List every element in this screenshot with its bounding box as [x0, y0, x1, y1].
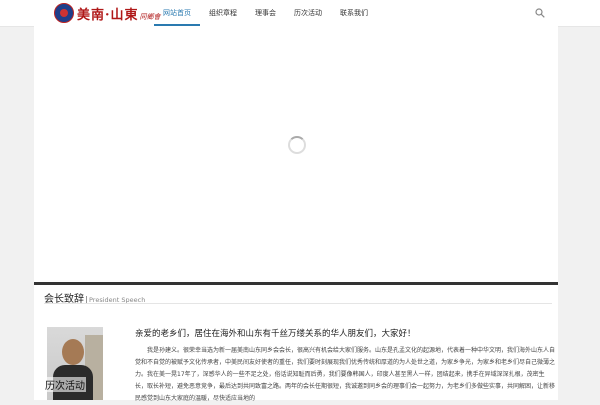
logo-text: 美南·山東: [77, 7, 139, 23]
nav-item-council[interactable]: 理事会: [246, 0, 285, 26]
speech-greeting: 亲爱的老乡们，居住在海外和山东有千丝万缕关系的华人朋友们，大家好！: [135, 329, 416, 339]
nav-item-events[interactable]: 历次活动: [285, 0, 331, 26]
logo-seal-icon: [54, 3, 74, 23]
search-icon[interactable]: [535, 8, 545, 18]
photo-person-head: [62, 339, 84, 365]
top-navbar: 美南·山東 同鄉會 网站首页 组织章程 理事会 历次活动 联系我们: [0, 0, 600, 27]
section-divider: [44, 303, 552, 304]
events-overlay-link[interactable]: 历次活动: [44, 377, 86, 392]
speech-paragraph: 我是孙建义。很荣幸当选为新一届美南山东同乡会会长，很高兴有机会给大家们服务。山东…: [135, 345, 555, 405]
site-logo[interactable]: 美南·山東 同鄉會: [54, 2, 161, 24]
president-speech-section: 会长致辞 President Speech 亲爱的老乡们，居住在海外和山东有千丝…: [34, 285, 558, 402]
hero-slider: [34, 26, 558, 282]
nav-item-contact[interactable]: 联系我们: [331, 0, 377, 26]
loading-spinner-icon: [288, 136, 306, 154]
main-nav: 网站首页 组织章程 理事会 历次活动 联系我们: [154, 0, 377, 26]
nav-item-charter[interactable]: 组织章程: [200, 0, 246, 26]
nav-item-home[interactable]: 网站首页: [154, 0, 200, 26]
speech-paragraph-text: 我是孙建义。很荣幸当选为新一届美南山东同乡会会长，很高兴有机会给大家们服务。山东…: [135, 347, 556, 402]
